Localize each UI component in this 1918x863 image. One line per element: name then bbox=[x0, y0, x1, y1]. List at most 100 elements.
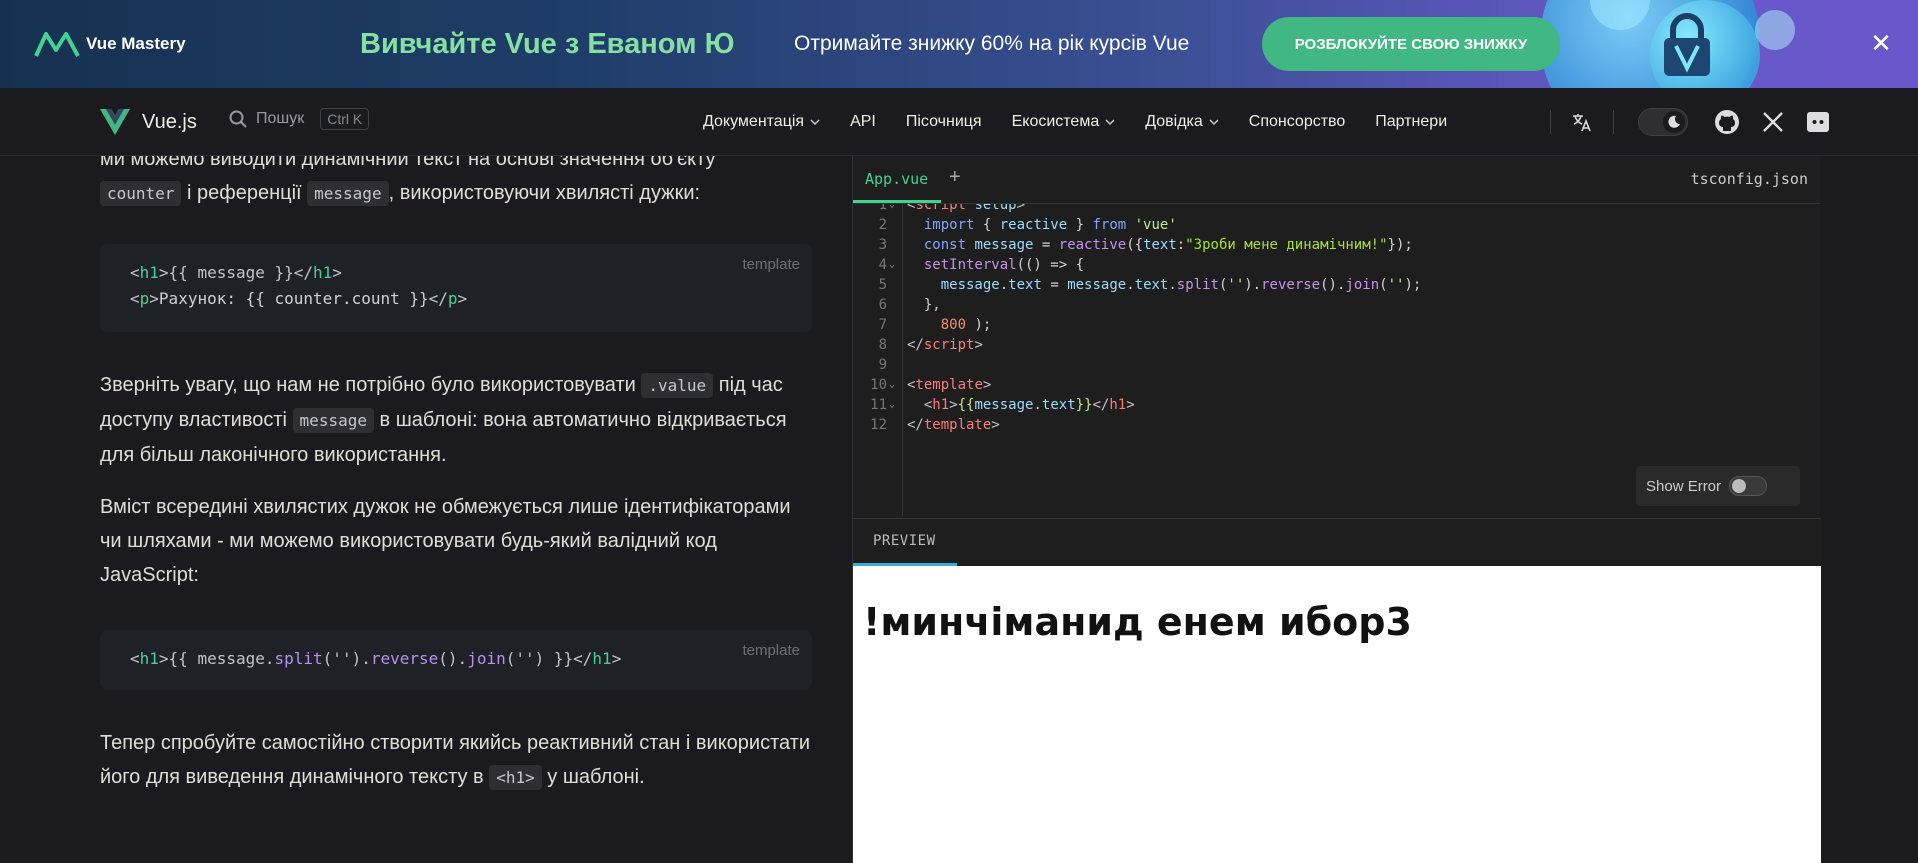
preview-tab-bar: PREVIEW bbox=[853, 518, 1821, 566]
paragraph: Зверніть увагу, що нам не потрібно було … bbox=[100, 368, 812, 472]
x-icon[interactable] bbox=[1762, 111, 1784, 133]
fold-icon[interactable]: ⌄ bbox=[889, 259, 895, 270]
vue-mastery-logo[interactable]: Vue Mastery bbox=[34, 30, 186, 58]
chevron-down-icon bbox=[810, 119, 820, 126]
code-lang-label: template bbox=[742, 256, 800, 273]
inline-code: message bbox=[292, 408, 374, 433]
site-title: Vue.js bbox=[142, 110, 197, 133]
line-number: 5 bbox=[878, 277, 887, 293]
translate-icon[interactable] bbox=[1571, 111, 1593, 133]
line-number: 10 bbox=[870, 377, 887, 393]
add-file-button[interactable]: + bbox=[949, 166, 961, 189]
nav-item-label: Документація bbox=[703, 113, 805, 130]
text: у шаблоні. bbox=[547, 766, 645, 788]
code-line: <h1>{{message.text}}</h1> bbox=[923, 397, 1135, 413]
inline-code: <h1> bbox=[489, 765, 542, 790]
nav-item-label: Довідка bbox=[1145, 113, 1203, 130]
chevron-down-icon bbox=[1209, 119, 1219, 126]
code-line: <template> bbox=[907, 377, 992, 393]
text: ми можемо виводити динамічний текст на о… bbox=[100, 156, 716, 170]
discord-icon[interactable] bbox=[1806, 111, 1830, 133]
code-block[interactable]: template <h1>{{ message.split('').revers… bbox=[100, 630, 812, 690]
nav-item-docs[interactable]: Документація bbox=[703, 113, 820, 131]
nav-icons bbox=[1550, 88, 1830, 156]
text: Тепер спробуйте самостійно створити який… bbox=[100, 732, 811, 788]
toggle-switch[interactable] bbox=[1729, 476, 1768, 496]
code-line: }, bbox=[907, 297, 941, 313]
tab-app-vue[interactable]: App.vue bbox=[865, 170, 928, 188]
paragraph: Вміст всередині хвилястих дужок не обмеж… bbox=[100, 490, 812, 592]
code-line: setInterval(() => { bbox=[923, 257, 1085, 273]
nav-item-sponsor[interactable]: Спонсорство bbox=[1249, 113, 1345, 131]
nav-item-label: Пісочниця bbox=[905, 113, 982, 130]
top-nav: Vue.js Пошук Ctrl K Документація API Піс… bbox=[0, 88, 1918, 156]
divider bbox=[1613, 110, 1614, 134]
nav-item-ecosystem[interactable]: Екосистема bbox=[1012, 113, 1116, 131]
line-number: 6 bbox=[878, 297, 887, 313]
show-error-label: Show Error bbox=[1646, 477, 1722, 495]
code-line: message.text = message.text.split('').re… bbox=[940, 277, 1422, 293]
divider bbox=[1550, 110, 1551, 134]
code-line: import { reactive } from 'vue' bbox=[923, 217, 1177, 233]
line-number: 12 bbox=[870, 417, 887, 433]
main-menu: Документація API Пісочниця Екосистема До… bbox=[703, 88, 1477, 156]
paragraph: Тепер спробуйте самостійно створити який… bbox=[100, 726, 812, 795]
line-number: 7 bbox=[878, 317, 887, 333]
code-line: <script setup> bbox=[907, 204, 1026, 213]
nav-item-about[interactable]: Довідка bbox=[1145, 113, 1219, 131]
search-icon bbox=[229, 110, 247, 128]
preview-heading: !минчіманид енем ибор3 bbox=[863, 600, 1412, 644]
file-tabs: App.vue + tsconfig.json bbox=[853, 156, 1820, 204]
vue-mastery-name: Vue Mastery bbox=[86, 34, 186, 53]
line-number: 11 bbox=[870, 397, 887, 413]
tab-tsconfig[interactable]: tsconfig.json bbox=[1691, 170, 1808, 188]
github-icon[interactable] bbox=[1714, 109, 1740, 135]
moon-icon bbox=[1663, 111, 1685, 133]
nav-item-label: API bbox=[850, 113, 876, 130]
nav-item-label: Спонсорство bbox=[1248, 113, 1346, 130]
code-block[interactable]: template <h1>{{ message }}</h1> <p>Рахун… bbox=[100, 244, 812, 332]
code-line: <h1>{{ message }}</h1> bbox=[130, 263, 342, 282]
preview-pane: !минчіманид енем ибор3 bbox=[853, 566, 1821, 863]
line-number: 3 bbox=[878, 237, 887, 253]
lock-icon bbox=[1664, 13, 1710, 76]
close-icon[interactable]: ✕ bbox=[1866, 28, 1896, 58]
nav-item-api[interactable]: API bbox=[850, 113, 876, 131]
text: і референції bbox=[187, 182, 302, 204]
text: , використовуючи хвилясті дужки: bbox=[388, 182, 701, 204]
code-line: <p>Рахунок: {{ counter.count }}</p> bbox=[130, 289, 468, 308]
nav-item-label: Партнери bbox=[1375, 113, 1448, 130]
fold-icon[interactable]: ⌄ bbox=[889, 399, 895, 410]
decor-bubble bbox=[1755, 10, 1795, 50]
inline-code: .value bbox=[641, 373, 714, 398]
active-tab-indicator bbox=[853, 200, 941, 203]
vue-logo[interactable]: Vue.js bbox=[100, 109, 197, 135]
vue-icon bbox=[100, 109, 130, 135]
chevron-down-icon bbox=[1105, 119, 1115, 126]
code-line: 800 ); bbox=[940, 317, 992, 333]
theme-toggle[interactable] bbox=[1638, 108, 1688, 136]
code-line: </script> bbox=[907, 337, 983, 353]
line-number: 1 bbox=[878, 204, 887, 213]
search-label: Пошук bbox=[256, 110, 305, 127]
fold-icon[interactable]: ⌄ bbox=[889, 379, 895, 390]
text: Вміст всередині хвилястих дужок не обмеж… bbox=[100, 496, 791, 586]
unlock-discount-button[interactable]: РОЗБЛОКУЙТЕ СВОЮ ЗНИЖКУ bbox=[1262, 17, 1560, 71]
fold-icon[interactable]: ⌄ bbox=[889, 204, 895, 210]
inline-code: message bbox=[307, 181, 389, 206]
search-button[interactable]: Пошук Ctrl K bbox=[228, 108, 370, 130]
line-number: 8 bbox=[878, 337, 887, 353]
line-gutter: 1 ⌄ 2 3 4 ⌄ 5 6 7 8 9 10 ⌄ 11 ⌄ 12 bbox=[853, 204, 903, 516]
code-line: const message = reactive({text:"Зроби ме… bbox=[923, 237, 1413, 253]
text: Зверніть увагу, що нам не потрібно було … bbox=[100, 374, 636, 396]
banner-title: Вивчайте Vue з Еваном Ю bbox=[360, 28, 735, 60]
banner-subtitle: Отримайте знижку 60% на рік курсів Vue bbox=[794, 32, 1190, 55]
tab-preview[interactable]: PREVIEW bbox=[873, 533, 936, 549]
nav-item-partners[interactable]: Партнери bbox=[1375, 113, 1447, 131]
tutorial-content: ми можемо виводити динамічний текст на о… bbox=[100, 156, 812, 863]
search-shortcut: Ctrl K bbox=[320, 108, 370, 130]
line-number: 9 bbox=[878, 357, 887, 373]
promo-banner[interactable]: Vue Mastery Вивчайте Vue з Еваном Ю Отри… bbox=[0, 0, 1918, 88]
nav-item-playground[interactable]: Пісочниця bbox=[906, 113, 982, 131]
show-error-toggle[interactable]: Show Error bbox=[1636, 466, 1800, 506]
